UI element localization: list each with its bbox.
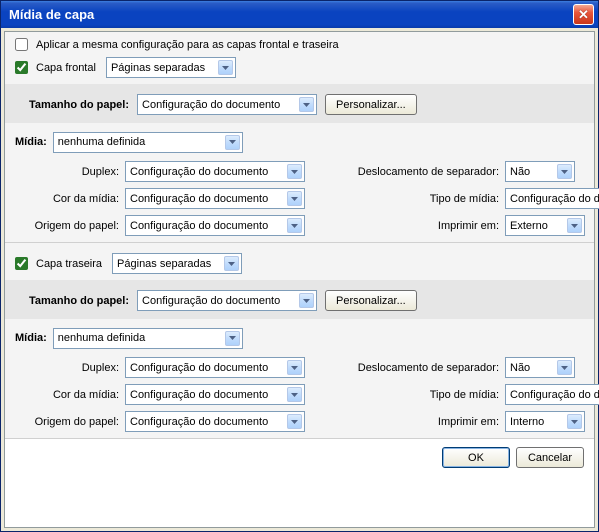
front-media-color-label: Cor da mídia: — [15, 193, 125, 205]
chevron-down-icon — [218, 60, 233, 75]
cover-media-dialog: Mídia de capa ✕ Aplicar a mesma configur… — [0, 0, 599, 532]
back-cover-mode-select[interactable]: Páginas separadas — [112, 253, 242, 274]
front-paper-size-label: Tamanho do papel: — [29, 99, 129, 111]
back-paper-src-select[interactable]: Configuração do documento — [125, 411, 305, 432]
front-customize-button[interactable]: Personalizar... — [325, 94, 417, 115]
front-paper-size-value: Configuração do documento — [142, 99, 280, 111]
back-cover-label: Capa traseira — [36, 258, 102, 270]
back-paper-src-label: Origem do papel: — [15, 416, 125, 428]
front-sep-offset-label: Deslocamento de separador: — [355, 166, 505, 178]
front-media-type-select[interactable]: Configuração do documento — [505, 188, 599, 209]
chevron-down-icon — [287, 218, 302, 233]
window-title: Mídia de capa — [9, 7, 94, 22]
front-paper-section: Tamanho do papel: Configuração do docume… — [5, 84, 594, 123]
front-print-on-label: Imprimir em: — [355, 220, 505, 232]
back-cover-header: Capa traseira Páginas separadas — [5, 243, 594, 280]
front-duplex-select[interactable]: Configuração do documento — [125, 161, 305, 182]
chevron-down-icon — [299, 293, 314, 308]
same-config-checkbox[interactable] — [15, 38, 28, 51]
chevron-down-icon — [299, 97, 314, 112]
titlebar: Mídia de capa ✕ — [1, 1, 598, 28]
front-cover-mode-value: Páginas separadas — [111, 62, 205, 74]
back-media-section: Mídia: nenhuma definida Duplex: Configur… — [5, 319, 594, 438]
front-paper-size-select[interactable]: Configuração do documento — [137, 94, 317, 115]
front-cover-mode-select[interactable]: Páginas separadas — [106, 57, 236, 78]
front-media-label: Mídia: — [15, 136, 47, 148]
chevron-down-icon — [287, 191, 302, 206]
back-customize-button[interactable]: Personalizar... — [325, 290, 417, 311]
front-cover-checkbox[interactable] — [15, 61, 28, 74]
back-media-label: Mídia: — [15, 332, 47, 344]
chevron-down-icon — [225, 135, 240, 150]
back-media-type-label: Tipo de mídia: — [355, 389, 505, 401]
chevron-down-icon — [287, 164, 302, 179]
chevron-down-icon — [567, 218, 582, 233]
back-media-color-label: Cor da mídia: — [15, 389, 125, 401]
back-media-type-select[interactable]: Configuração do documento — [505, 384, 599, 405]
back-sep-offset-select[interactable]: Não — [505, 357, 575, 378]
same-config-label: Aplicar a mesma configuração para as cap… — [36, 39, 339, 51]
dialog-body: Aplicar a mesma configuração para as cap… — [4, 31, 595, 528]
front-media-select[interactable]: nenhuma definida — [53, 132, 243, 153]
chevron-down-icon — [224, 256, 239, 271]
front-sep-offset-select[interactable]: Não — [505, 161, 575, 182]
front-paper-src-label: Origem do papel: — [15, 220, 125, 232]
back-media-color-select[interactable]: Configuração do documento — [125, 384, 305, 405]
back-paper-size-select[interactable]: Configuração do documento — [137, 290, 317, 311]
front-duplex-label: Duplex: — [15, 166, 125, 178]
back-paper-size-label: Tamanho do papel: — [29, 295, 129, 307]
chevron-down-icon — [225, 331, 240, 346]
back-paper-section: Tamanho do papel: Configuração do docume… — [5, 280, 594, 319]
front-cover-label: Capa frontal — [36, 62, 96, 74]
chevron-down-icon — [557, 360, 572, 375]
front-media-type-label: Tipo de mídia: — [355, 193, 505, 205]
front-paper-src-select[interactable]: Configuração do documento — [125, 215, 305, 236]
close-button[interactable]: ✕ — [573, 4, 594, 25]
chevron-down-icon — [287, 387, 302, 402]
chevron-down-icon — [287, 414, 302, 429]
front-media-section: Mídia: nenhuma definida Duplex: Configur… — [5, 123, 594, 242]
back-cover-checkbox[interactable] — [15, 257, 28, 270]
dialog-footer: OK Cancelar — [5, 439, 594, 476]
chevron-down-icon — [567, 414, 582, 429]
back-print-on-select[interactable]: Interno — [505, 411, 585, 432]
front-media-color-select[interactable]: Configuração do documento — [125, 188, 305, 209]
back-print-on-label: Imprimir em: — [355, 416, 505, 428]
ok-button[interactable]: OK — [442, 447, 510, 468]
back-media-select[interactable]: nenhuma definida — [53, 328, 243, 349]
back-duplex-select[interactable]: Configuração do documento — [125, 357, 305, 378]
cancel-button[interactable]: Cancelar — [516, 447, 584, 468]
front-print-on-select[interactable]: Externo — [505, 215, 585, 236]
front-media-value: nenhuma definida — [58, 136, 145, 148]
close-icon: ✕ — [578, 7, 589, 23]
back-duplex-label: Duplex: — [15, 362, 125, 374]
top-section: Aplicar a mesma configuração para as cap… — [5, 32, 594, 84]
back-sep-offset-label: Deslocamento de separador: — [355, 362, 505, 374]
chevron-down-icon — [287, 360, 302, 375]
chevron-down-icon — [557, 164, 572, 179]
